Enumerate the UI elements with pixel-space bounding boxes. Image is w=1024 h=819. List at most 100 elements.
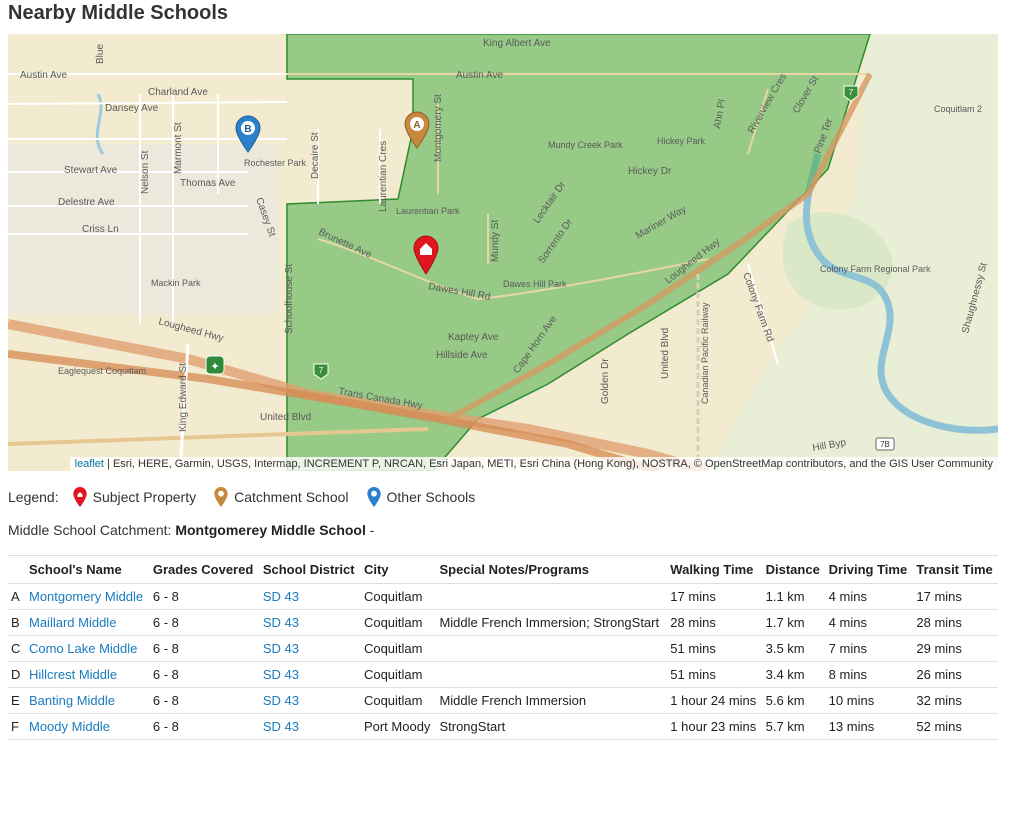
school-name-link[interactable]: Montgomery Middle [25,583,149,610]
red-pin-icon [72,487,87,507]
label-golden-dr: Golden Dr [600,358,611,404]
label-laurentian-cres: Laurentian Cres [378,141,389,212]
label-delestre-ave: Delestre Ave [58,197,115,208]
header-letter [8,555,25,584]
distance-cell: 3.5 km [761,635,825,662]
school-name-link[interactable]: Maillard Middle [25,609,149,636]
school-name-link[interactable]: Banting Middle [25,687,149,714]
walking-cell: 51 mins [666,635,762,662]
label-hickey-dr: Hickey Dr [628,166,672,177]
notes-cell [435,661,667,688]
distance-cell: 3.4 km [761,661,825,688]
grades-cell: 6 - 8 [148,635,259,662]
transit-cell: 52 mins [912,713,998,740]
distance-cell: 5.6 km [761,687,825,714]
header-driving: Driving Time [824,555,913,584]
transit-cell: 26 mins [912,661,998,688]
svg-text:✦: ✦ [210,361,219,373]
page-title: Nearby Middle Schools [8,2,229,24]
walking-cell: 1 hour 23 mins [666,713,762,740]
catchment-info: Middle School Catchment: Montgomerey Mid… [8,522,374,538]
trans-canada-maple-shield: ✦ [205,355,225,375]
label-criss-ln: Criss Ln [82,224,119,235]
district-link[interactable]: SD 43 [258,635,360,662]
driving-cell: 10 mins [824,687,913,714]
row-letter: F [8,713,25,740]
label-rochester-park: Rochester Park [244,158,307,168]
label-marmont-st: Marmont St [173,122,184,174]
distance-cell: 5.7 km [761,713,825,740]
header-notes: Special Notes/Programs [435,555,667,584]
city-cell: Coquitlam [359,635,436,662]
label-united-blvd-north: United Blvd [660,328,671,379]
header-school-name: School's Name [25,555,149,584]
label-king-edward-st: King Edward St [178,363,189,432]
catchment-school-name: Montgomerey Middle School [175,522,366,538]
label-king-albert-ave: King Albert Ave [483,38,551,49]
header-grades: Grades Covered [148,555,259,584]
label-mackin-park: Mackin Park [151,278,201,288]
city-cell: Coquitlam [359,687,436,714]
walking-cell: 28 mins [666,609,762,636]
attribution-text: | Esri, HERE, Garmin, USGS, Intermap, IN… [107,458,993,470]
row-letter: B [8,609,25,636]
map-legend: Legend: Subject Property Catchment Schoo… [8,487,493,507]
table-row: B Maillard Middle 6 - 8 SD 43 Coquitlam … [8,609,998,636]
header-city: City [359,555,436,584]
label-hillside-ave: Hillside Ave [436,350,488,361]
label-mundy-st: Mundy St [490,220,501,262]
label-dawes-hill-park: Dawes Hill Park [503,279,567,289]
label-mundy-creek-park: Mundy Creek Park [548,140,623,150]
transit-cell: 32 mins [912,687,998,714]
map-panel[interactable]: King Albert Ave Austin Ave Austin Ave Ch… [8,34,998,471]
label-nelson-st: Nelson St [140,150,151,194]
notes-cell: Middle French Immersion [435,687,667,714]
driving-cell: 7 mins [824,635,913,662]
table-row: C Como Lake Middle 6 - 8 SD 43 Coquitlam… [8,635,998,662]
label-cp-railway: Canadian Pacific Railway [700,302,710,404]
transit-cell: 28 mins [912,609,998,636]
highway-shield-7b: 7B [875,437,895,451]
label-austin-ave-east: Austin Ave [456,70,504,81]
legend-other-schools-label: Other Schools [386,489,476,505]
table-header-row: School's Name Grades Covered School Dist… [8,555,998,584]
label-eaglequest-coquitlam: Eaglequest Coquitlam [58,366,146,376]
catchment-suffix: - [365,522,375,538]
map-canvas[interactable]: King Albert Ave Austin Ave Austin Ave Ch… [8,34,998,471]
row-letter: A [8,583,25,610]
school-name-link[interactable]: Hillcrest Middle [25,661,149,688]
header-district: School District [258,555,360,584]
driving-cell: 13 mins [824,713,913,740]
walking-cell: 17 mins [666,583,762,610]
label-montgomery-st: Montgomery St [433,94,444,162]
driving-cell: 4 mins [824,609,913,636]
district-link[interactable]: SD 43 [258,609,360,636]
marker-b-label: B [244,124,251,135]
district-link[interactable]: SD 43 [258,713,360,740]
label-blue: Blue [95,44,106,64]
school-name-link[interactable]: Moody Middle [25,713,149,740]
label-coquitlam-2: Coquitlam 2 [934,104,982,114]
label-thomas-ave: Thomas Ave [180,178,236,189]
district-link[interactable]: SD 43 [258,661,360,688]
row-letter: C [8,635,25,662]
grades-cell: 6 - 8 [148,609,259,636]
driving-cell: 8 mins [824,661,913,688]
table-row: F Moody Middle 6 - 8 SD 43 Port Moody St… [8,713,998,740]
school-name-link[interactable]: Como Lake Middle [25,635,149,662]
district-link[interactable]: SD 43 [258,687,360,714]
table-row: E Banting Middle 6 - 8 SD 43 Coquitlam M… [8,687,998,714]
notes-cell: StrongStart [435,713,667,740]
city-cell: Port Moody [359,713,436,740]
city-cell: Coquitlam [359,609,436,636]
svg-text:7: 7 [849,88,854,97]
header-distance: Distance [761,555,825,584]
row-letter: D [8,661,25,688]
grades-cell: 6 - 8 [148,687,259,714]
leaflet-link[interactable]: leaflet [75,458,104,470]
district-link[interactable]: SD 43 [258,583,360,610]
notes-cell [435,635,667,662]
row-letter: E [8,687,25,714]
driving-cell: 4 mins [824,583,913,610]
legend-catchment-school-label: Catchment School [234,489,349,505]
